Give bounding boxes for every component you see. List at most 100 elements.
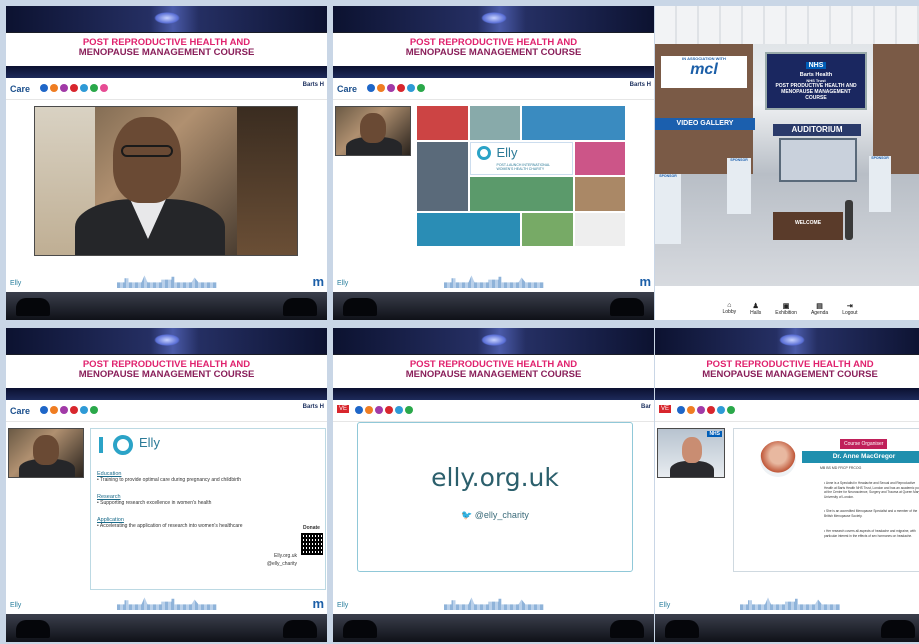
partner-dot [70,84,78,92]
auditorium-seats [6,614,327,642]
speaker-video[interactable] [335,106,411,156]
barts-logo: Barts H [302,404,324,410]
tile-course-organiser[interactable]: POST REPRODUCTIVE HEALTH AND MENOPAUSE M… [655,328,919,642]
m-logo: m [639,274,651,289]
tile-elly-website[interactable]: POST REPRODUCTIVE HEALTH AND MENOPAUSE M… [333,328,654,642]
slide-footer: Elly m [333,270,654,292]
auditorium-seats [333,292,654,320]
partner-dot [377,84,385,92]
partner-dot [397,84,405,92]
ceiling [655,6,919,44]
qr-code[interactable] [301,533,323,555]
partner-dot [365,406,373,414]
video-grid: POST REPRODUCTIVE HEALTH AND MENOPAUSE M… [6,6,919,644]
sponsor-stand[interactable]: SPONSOR [869,156,891,212]
auditorium-button[interactable]: AUDITORIUM [773,124,861,136]
stage-banner [655,328,919,354]
slide-header: VE [655,400,919,422]
slide: Care Barts H [333,78,654,292]
elly-footer-logo: Elly [337,602,349,609]
tile-elly-mission[interactable]: POST REPRODUCTIVE HEALTH AND MENOPAUSE M… [6,328,327,642]
tile-elly-collage[interactable]: POST REPRODUCTIVE HEALTH AND MENOPAUSE M… [333,6,654,320]
partner-dot [80,406,88,414]
speaker-body [670,461,714,477]
elly-url[interactable]: elly.org.uk [358,463,632,492]
seat [16,620,50,638]
photo [574,141,625,175]
stage-banner [6,328,327,354]
welcome-desk[interactable]: WELCOME [773,212,843,240]
menu-logout[interactable]: ⇥ Logout [842,302,857,320]
course-title: POST REPRODUCTIVE HEALTH AND MENOPAUSE M… [333,355,654,388]
photo [417,106,468,140]
seat [343,620,377,638]
nav-strip [333,388,654,400]
partner-dot [50,406,58,414]
partner-dot [405,406,413,414]
partner-dot [395,406,403,414]
seat [881,620,915,638]
accent-bar [99,437,103,453]
speaker-video[interactable]: NHS [657,428,725,478]
nav-strip [333,66,654,78]
tile-speaker-video[interactable]: POST REPRODUCTIVE HEALTH AND MENOPAUSE M… [6,6,327,320]
seat [665,620,699,638]
skyline-graphic [740,597,840,610]
care-logo: Care [337,84,358,94]
header-badge: VE [659,405,672,413]
slide-footer: Elly m [6,592,327,614]
slide-footer: Elly [655,592,919,614]
menu-halls[interactable]: ♟ Halls [750,302,761,320]
elly-footer-logo: Elly [337,280,349,287]
m-logo: m [312,596,324,611]
photo-collage: Elly POST-LAUNCH INTERNATIONAL WOMEN'S H… [417,106,625,246]
logout-icon: ⇥ [846,303,853,310]
video-gallery-button[interactable]: VIDEO GALLERY [655,118,755,130]
elly-logo-panel: Elly POST-LAUNCH INTERNATIONAL WOMEN'S H… [469,141,573,175]
menu-exhibition[interactable]: ▣ Exhibition [775,302,797,320]
menu-agenda[interactable]: ▤ Agenda [811,302,828,320]
sponsor-stand[interactable]: SPONSOR [655,174,681,244]
partner-dot [355,406,363,414]
course-title: POST REPRODUCTIVE HEALTH AND MENOPAUSE M… [6,355,327,388]
mcl-sign: IN ASSOCIATION WITH mcl [661,56,747,88]
speaker-video[interactable] [34,106,298,256]
map-image [574,212,625,246]
auditorium-seats [333,614,654,642]
auditorium-entrance[interactable] [779,138,857,182]
agenda-icon: ▤ [816,303,823,310]
partner-dot [375,406,383,414]
sponsor-stand[interactable]: SPONSOR [727,158,751,214]
photo [574,177,625,211]
twitter-handle[interactable]: 🐦 @elly_charity [358,510,632,521]
partner-dot [677,406,685,414]
skyline-graphic [443,275,544,288]
partner-dot [60,84,68,92]
seat [283,620,317,638]
speaker-video[interactable] [8,428,84,478]
partner-dot [70,406,78,414]
seat [16,298,50,316]
menu-lobby[interactable]: ⌂ Lobby [723,302,737,320]
organiser-badge: Course Organiser [840,439,888,449]
auditorium-seats [655,614,919,642]
partner-dot [717,406,725,414]
slide-header: VE Bar [333,400,654,422]
nav-strip [6,66,327,78]
stage-banner [333,328,654,354]
partner-dot [90,406,98,414]
speaker-face [113,117,181,203]
course-title: POST REPRODUCTIVE HEALTH AND MENOPAUSE M… [333,33,654,66]
partner-dot [100,84,108,92]
tile-virtual-lobby[interactable]: IN ASSOCIATION WITH mcl NHS Barts Health… [655,6,919,320]
photo [522,106,625,140]
photo [469,177,573,211]
slide: Care Barts H Elly Education • Training t… [6,400,327,614]
elly-footer-logo: Elly [10,280,22,287]
m-logo: m [312,274,324,289]
partner-dot [417,84,425,92]
seat [610,298,644,316]
organiser-photo [760,441,796,477]
slide-footer: Elly [333,592,654,614]
slide: Care Barts H [6,78,327,292]
